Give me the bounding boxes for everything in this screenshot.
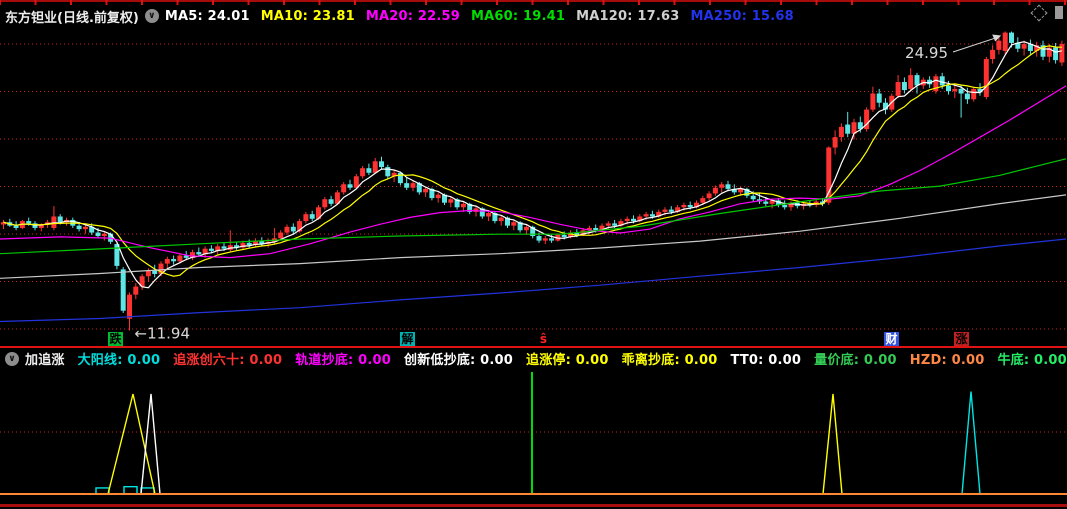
indicator-signals (95, 372, 981, 495)
indicator-item-5: 追涨停: 0.00 (526, 353, 609, 368)
ma-item-MA60: MA60: 19.41 (471, 8, 566, 24)
candles-layer (1, 31, 1065, 331)
indicator-item-4: 创新低抄底: 0.00 (404, 353, 514, 368)
bottom-border (0, 504, 1067, 507)
indicator-item-1: 大阳线: 0.00 (77, 353, 161, 368)
indicator-item-3: 轨道抄底: 0.00 (295, 353, 392, 368)
indicator-item-9: HZD: 0.00 (909, 353, 985, 368)
header-right-tools (1030, 4, 1063, 21)
high-price-label: 24.95 (905, 44, 948, 62)
chevron-down-icon[interactable]: ∨ (5, 351, 19, 366)
indicator-values: 大阳线: 0.00 追涨创六十: 0.00 轨道抄底: 0.00 创新低抄底: 0.0… (78, 349, 1067, 368)
price-gridlines (0, 43, 1067, 330)
corner-handle[interactable] (1055, 6, 1063, 19)
marker-badge-财[interactable]: 财 (884, 332, 899, 347)
price-labels: 24.95←11.94 (135, 34, 1002, 342)
marker-badge-ŝ[interactable]: ŝ (536, 332, 551, 347)
indicator-header: ∨ 加追涨 大阳线: 0.00 追涨创六十: 0.00 轨道抄底: 0.00 创新低抄… (5, 349, 1067, 368)
indicator-item-10: 牛底: 0.00 (997, 353, 1067, 368)
ma-legend: MA5: 24.01 MA10: 23.81 MA20: 22.59 MA60: 19… (165, 9, 805, 24)
indicator-item-6: 乖离抄底: 0.00 (621, 353, 718, 368)
ma-line-MA60 (0, 158, 1067, 255)
indicator-item-2: 追涨创六十: 0.00 (173, 353, 283, 368)
ma-item-MA20: MA20: 22.59 (365, 8, 460, 24)
indicator-item-8: 量价底: 0.00 (814, 353, 897, 368)
marker-badge-涨[interactable]: 涨 (954, 332, 969, 347)
event-marker-row: 跌解ŝ财涨 (0, 332, 1067, 347)
ma-item-MA10: MA10: 23.81 (260, 8, 355, 24)
main-chart-canvas[interactable]: 24.95←11.94 (0, 0, 1067, 348)
top-ruler (0, 0, 1067, 5)
indicator-panel-name: 加追涨 (25, 353, 65, 368)
ma-line-MA5 (3, 41, 1063, 289)
ma-item-MA250: MA250: 15.68 (690, 8, 794, 24)
stock-chart-window: 24.95 ←11.94 东方钽业(日线.前复权) ∨ MA5: 24.01 MA1… (0, 0, 1067, 509)
diamond-icon[interactable] (1030, 4, 1048, 21)
marker-badge-解[interactable]: 解 (400, 332, 415, 347)
ma-line-MA10 (3, 45, 1062, 277)
panel-separator[interactable] (0, 346, 1067, 348)
marker-badge-跌[interactable]: 跌 (108, 332, 123, 347)
indicator-item-7: TT0: 0.00 (730, 353, 802, 368)
page-title: 东方钽业(日线.前复权) (5, 10, 139, 26)
ma-item-MA120: MA120: 17.63 (576, 8, 680, 24)
chevron-down-icon[interactable]: ∨ (144, 9, 159, 23)
indicator-panel-canvas[interactable] (0, 368, 1067, 509)
ma-item-MA5: MA5: 24.01 (164, 8, 250, 24)
main-chart-header: 东方钽业(日线.前复权) ∨ MA5: 24.01 MA10: 23.81 MA20… (5, 7, 805, 26)
